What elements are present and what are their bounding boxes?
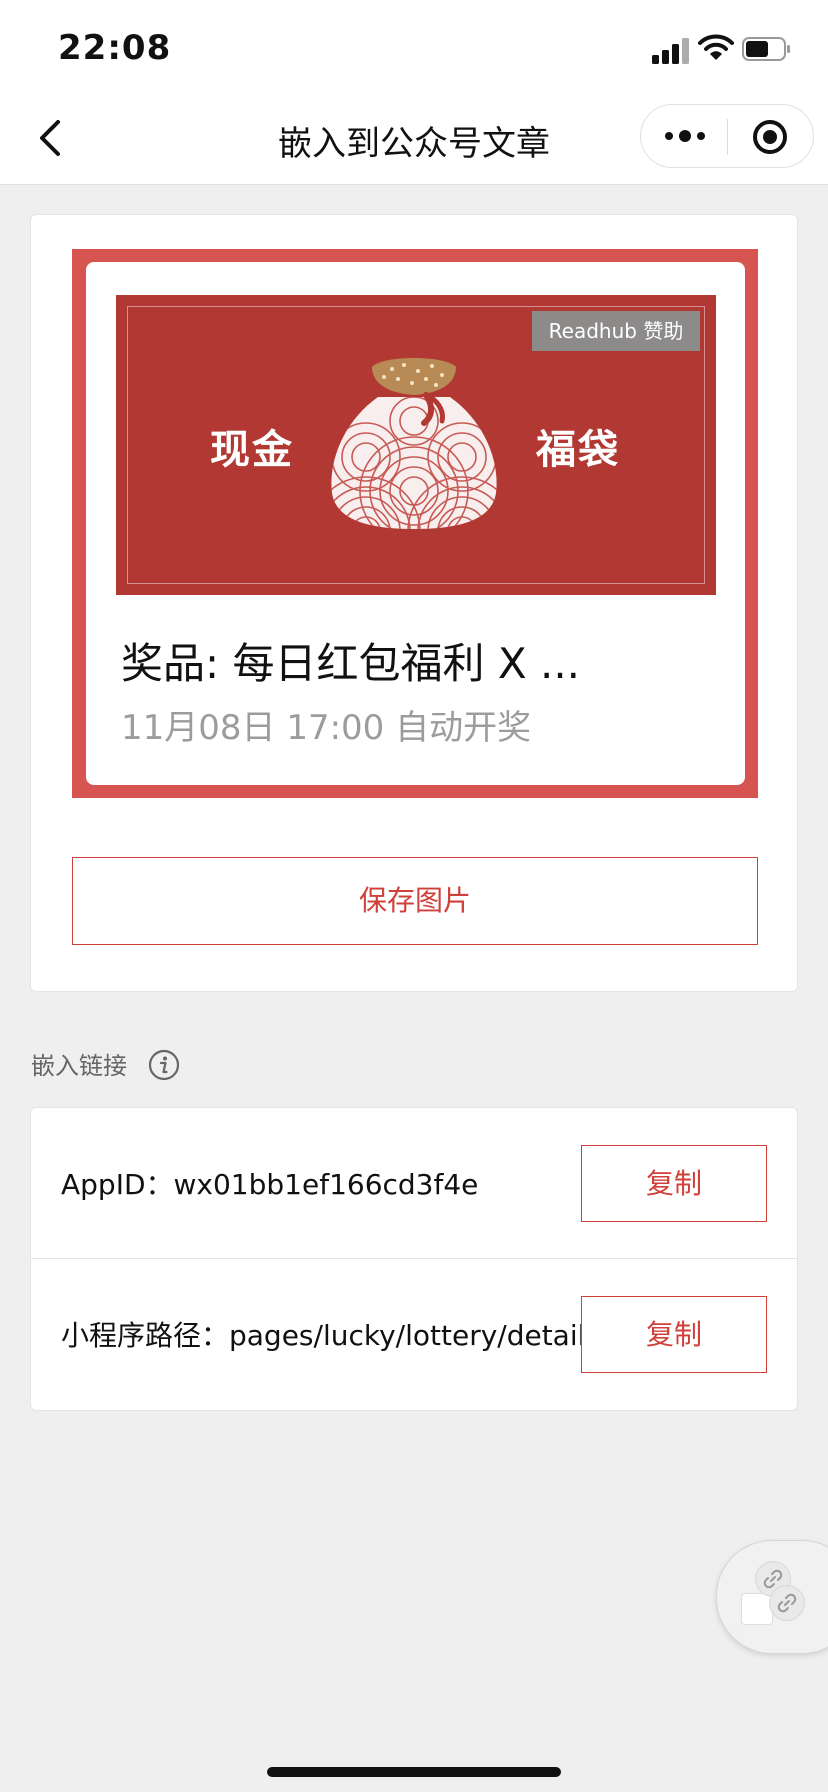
more-dots-icon[interactable]: [663, 119, 707, 153]
poster-frame: Readhub 赞助 现金 福袋 奖品: 每日红包福利 X ... 11月08日…: [72, 249, 758, 798]
info-icon[interactable]: [148, 1049, 180, 1081]
embed-links-list: AppID：wx01bb1ef166cd3f4e 复制 小程序路径：pages/…: [30, 1107, 798, 1411]
draw-time: 11月08日 17:00 自动开奖: [121, 708, 532, 748]
sponsor-badge: Readhub 赞助: [532, 311, 700, 351]
poster-card: Readhub 赞助 现金 福袋 奖品: 每日红包福利 X ... 11月08日…: [30, 214, 798, 992]
banner-text-left: 现金: [210, 426, 294, 473]
status-bar: 22:08: [0, 0, 828, 92]
save-image-button[interactable]: 保存图片: [72, 857, 758, 945]
appid-text: AppID：wx01bb1ef166cd3f4e: [61, 1168, 479, 1201]
capsule-divider: [727, 119, 728, 155]
wifi-icon: [698, 32, 734, 62]
signal-icon: [652, 36, 692, 64]
embed-section-title: 嵌入链接: [31, 1052, 127, 1080]
status-time: 22:08: [58, 28, 172, 68]
poster-content: Readhub 赞助 现金 福袋 奖品: 每日红包福利 X ... 11月08日…: [86, 262, 745, 785]
path-text: 小程序路径：pages/lucky/lottery/detail: [61, 1319, 581, 1352]
path-row: 小程序路径：pages/lucky/lottery/detail 复制: [31, 1259, 797, 1409]
lottery-banner: Readhub 赞助 现金 福袋: [116, 295, 716, 595]
target-circle-icon[interactable]: [751, 118, 789, 156]
floating-link-button[interactable]: [716, 1540, 828, 1654]
link-icon: [769, 1585, 805, 1621]
app-logo-icon: [741, 1593, 773, 1625]
copy-path-button[interactable]: 复制: [581, 1296, 767, 1373]
lucky-bag-icon: [331, 358, 497, 529]
banner-text-right: 福袋: [536, 426, 620, 473]
prize-title: 奖品: 每日红包福利 X ...: [121, 639, 581, 688]
copy-appid-button[interactable]: 复制: [581, 1145, 767, 1222]
menu-capsule: [640, 104, 814, 168]
navigation-bar: 嵌入到公众号文章: [0, 92, 828, 185]
home-indicator: [267, 1767, 561, 1777]
appid-row: AppID：wx01bb1ef166cd3f4e 复制: [31, 1108, 797, 1258]
battery-icon: [742, 36, 792, 62]
